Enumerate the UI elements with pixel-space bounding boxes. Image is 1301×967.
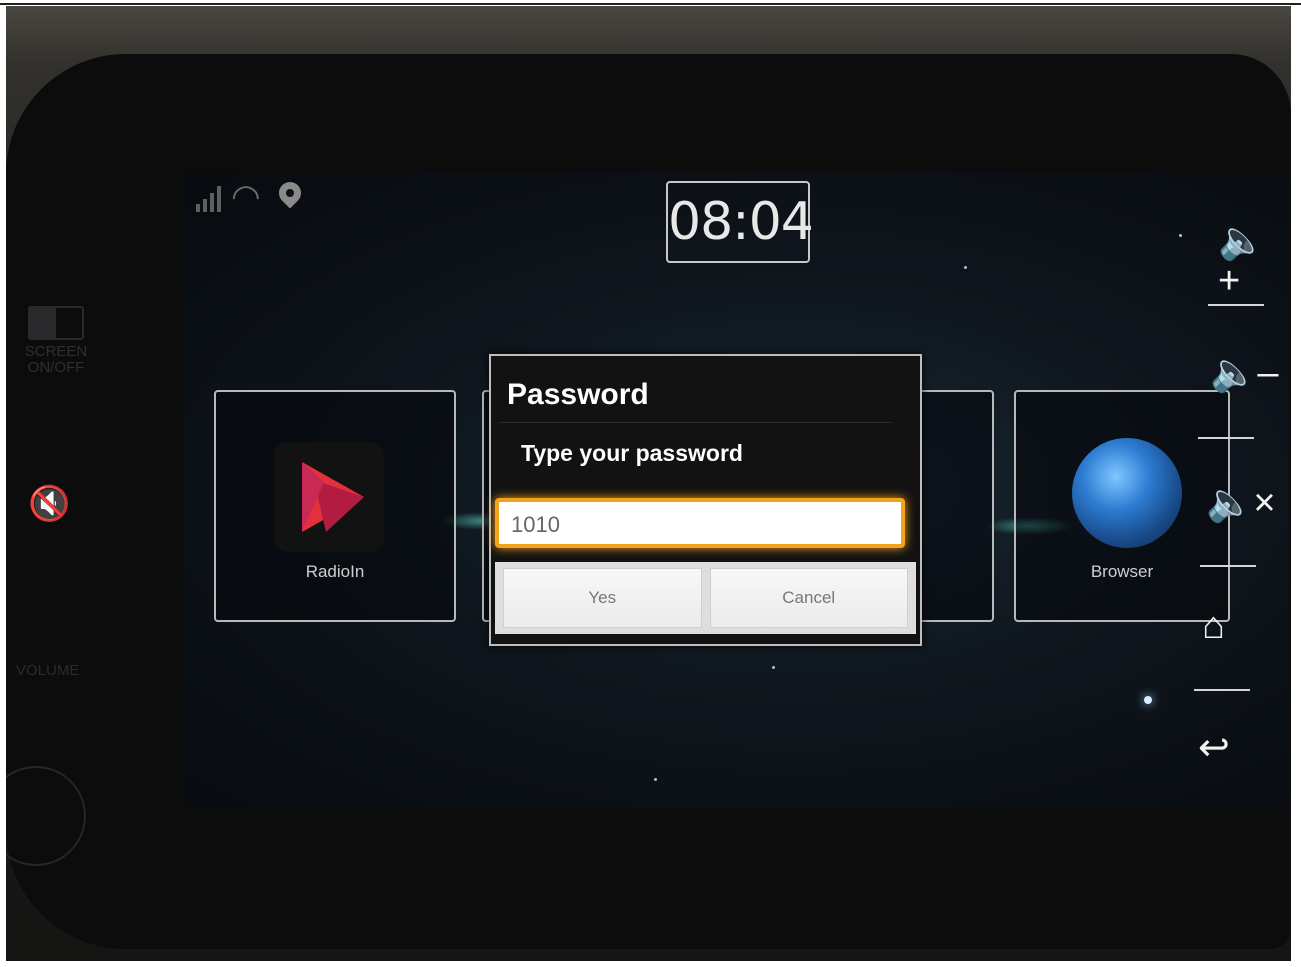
volume-up-icon[interactable]: 🔈+ xyxy=(1218,221,1286,301)
dialog-divider xyxy=(499,422,892,423)
dialog-button-bar: Yes Cancel xyxy=(495,562,916,634)
volume-down-icon[interactable]: 🔈– xyxy=(1210,353,1278,393)
globe-icon xyxy=(1072,438,1182,548)
top-rule xyxy=(0,3,1301,5)
dialog-message: Type your password xyxy=(521,440,743,466)
bezel-mute-icon: 🔇 xyxy=(28,485,71,523)
background-star xyxy=(772,666,775,669)
app-label: RadioIn xyxy=(305,562,365,581)
bezel-screen-toggle: SCREEN ON/OFF xyxy=(6,306,106,376)
home-icon[interactable]: ⌂ xyxy=(1202,606,1225,646)
clock: 08:04 xyxy=(666,181,814,263)
divider xyxy=(1208,304,1264,306)
signal-bars-icon xyxy=(196,184,221,212)
dialog-title: Password xyxy=(507,378,649,411)
divider xyxy=(1194,689,1250,691)
screen-toggle-label: SCREEN ON/OFF xyxy=(24,343,88,376)
yes-button[interactable]: Yes xyxy=(503,568,702,628)
password-input[interactable]: 1010 xyxy=(495,498,905,548)
cancel-button[interactable]: Cancel xyxy=(709,568,908,628)
background-star xyxy=(964,266,967,269)
background-star xyxy=(1179,234,1182,237)
location-pin-icon xyxy=(274,177,306,209)
app-tile[interactable] xyxy=(912,390,994,622)
wifi-icon: ◠ xyxy=(231,178,261,216)
divider xyxy=(1200,565,1256,567)
divider xyxy=(1198,437,1254,439)
background-star xyxy=(1144,696,1152,704)
background-star xyxy=(654,778,657,781)
bezel-volume-label: VOLUME xyxy=(16,662,80,679)
mute-icon[interactable]: 🔈× xyxy=(1206,483,1276,523)
app-tile-radioin[interactable]: RadioIn xyxy=(214,390,456,622)
screen-toggle-icon xyxy=(28,306,84,340)
radioin-play-logo-icon xyxy=(274,442,384,552)
status-bar: ◠ xyxy=(196,177,306,216)
password-dialog: Password Type your password 1010 Yes Can… xyxy=(489,354,922,646)
back-icon[interactable]: ↩ xyxy=(1198,728,1230,768)
side-controls: 🔈+ 🔈– 🔈× ⌂ ↩ xyxy=(1186,201,1286,801)
